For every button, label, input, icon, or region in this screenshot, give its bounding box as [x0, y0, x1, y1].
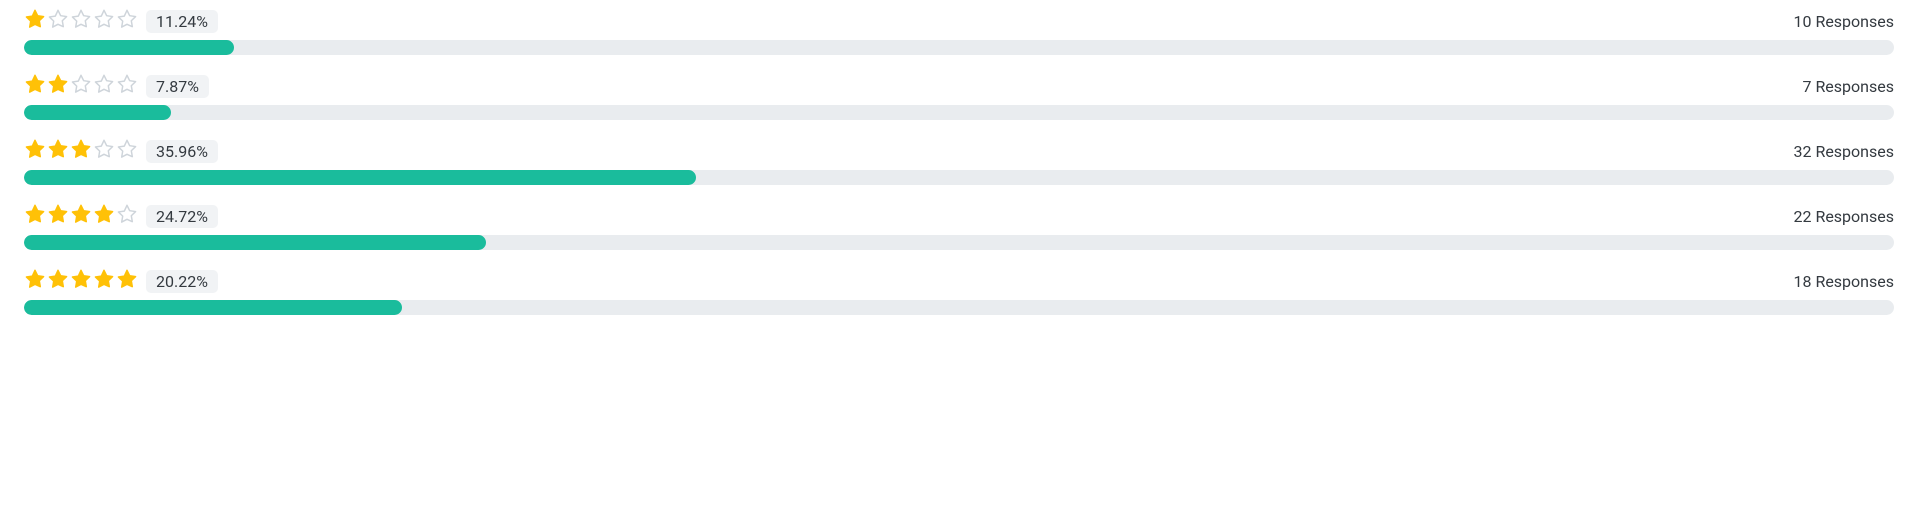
- star-empty-icon: [70, 73, 92, 99]
- percent-badge: 20.22%: [146, 270, 218, 293]
- star-filled-icon: [24, 203, 46, 229]
- progress-track: [24, 105, 1894, 120]
- rating-row: 35.96% 32 Responses: [24, 138, 1894, 185]
- progress-track: [24, 40, 1894, 55]
- rating-row-left: 11.24%: [24, 8, 218, 34]
- star-filled-icon: [93, 268, 115, 294]
- progress-track: [24, 235, 1894, 250]
- star-filled-icon: [47, 73, 69, 99]
- rating-row: 24.72% 22 Responses: [24, 203, 1894, 250]
- rating-row-header: 35.96% 32 Responses: [24, 138, 1894, 164]
- responses-count: 7 Responses: [1802, 77, 1894, 96]
- rating-row: 20.22% 18 Responses: [24, 268, 1894, 315]
- star-filled-icon: [24, 138, 46, 164]
- star-rating: [24, 73, 138, 99]
- responses-count: 22 Responses: [1794, 207, 1895, 226]
- progress-fill: [24, 300, 402, 315]
- percent-badge: 35.96%: [146, 140, 218, 163]
- rating-row-left: 20.22%: [24, 268, 218, 294]
- progress-fill: [24, 170, 696, 185]
- star-filled-icon: [24, 73, 46, 99]
- responses-count: 10 Responses: [1794, 12, 1895, 31]
- percent-badge: 11.24%: [146, 10, 218, 33]
- rating-row: 11.24% 10 Responses: [24, 8, 1894, 55]
- star-empty-icon: [93, 138, 115, 164]
- rating-row-header: 20.22% 18 Responses: [24, 268, 1894, 294]
- star-filled-icon: [47, 268, 69, 294]
- star-empty-icon: [70, 8, 92, 34]
- rating-row-left: 24.72%: [24, 203, 218, 229]
- progress-fill: [24, 40, 234, 55]
- progress-track: [24, 300, 1894, 315]
- star-filled-icon: [70, 138, 92, 164]
- progress-fill: [24, 105, 171, 120]
- star-empty-icon: [93, 8, 115, 34]
- rating-row-header: 7.87% 7 Responses: [24, 73, 1894, 99]
- star-rating: [24, 8, 138, 34]
- rating-row-header: 11.24% 10 Responses: [24, 8, 1894, 34]
- star-empty-icon: [116, 8, 138, 34]
- star-filled-icon: [24, 8, 46, 34]
- rating-row-left: 35.96%: [24, 138, 218, 164]
- percent-badge: 7.87%: [146, 75, 209, 98]
- progress-track: [24, 170, 1894, 185]
- star-filled-icon: [47, 138, 69, 164]
- star-filled-icon: [70, 268, 92, 294]
- star-filled-icon: [24, 268, 46, 294]
- percent-badge: 24.72%: [146, 205, 218, 228]
- rating-row: 7.87% 7 Responses: [24, 73, 1894, 120]
- star-filled-icon: [93, 203, 115, 229]
- responses-count: 18 Responses: [1794, 272, 1895, 291]
- star-empty-icon: [116, 73, 138, 99]
- star-empty-icon: [116, 203, 138, 229]
- rating-distribution: 11.24% 10 Responses 7.87% 7 Responses 35.96%…: [24, 8, 1894, 315]
- star-rating: [24, 203, 138, 229]
- star-empty-icon: [93, 73, 115, 99]
- rating-row-left: 7.87%: [24, 73, 209, 99]
- star-rating: [24, 138, 138, 164]
- star-filled-icon: [116, 268, 138, 294]
- star-rating: [24, 268, 138, 294]
- star-filled-icon: [47, 203, 69, 229]
- star-empty-icon: [47, 8, 69, 34]
- progress-fill: [24, 235, 486, 250]
- star-empty-icon: [116, 138, 138, 164]
- star-filled-icon: [70, 203, 92, 229]
- rating-row-header: 24.72% 22 Responses: [24, 203, 1894, 229]
- responses-count: 32 Responses: [1794, 142, 1895, 161]
